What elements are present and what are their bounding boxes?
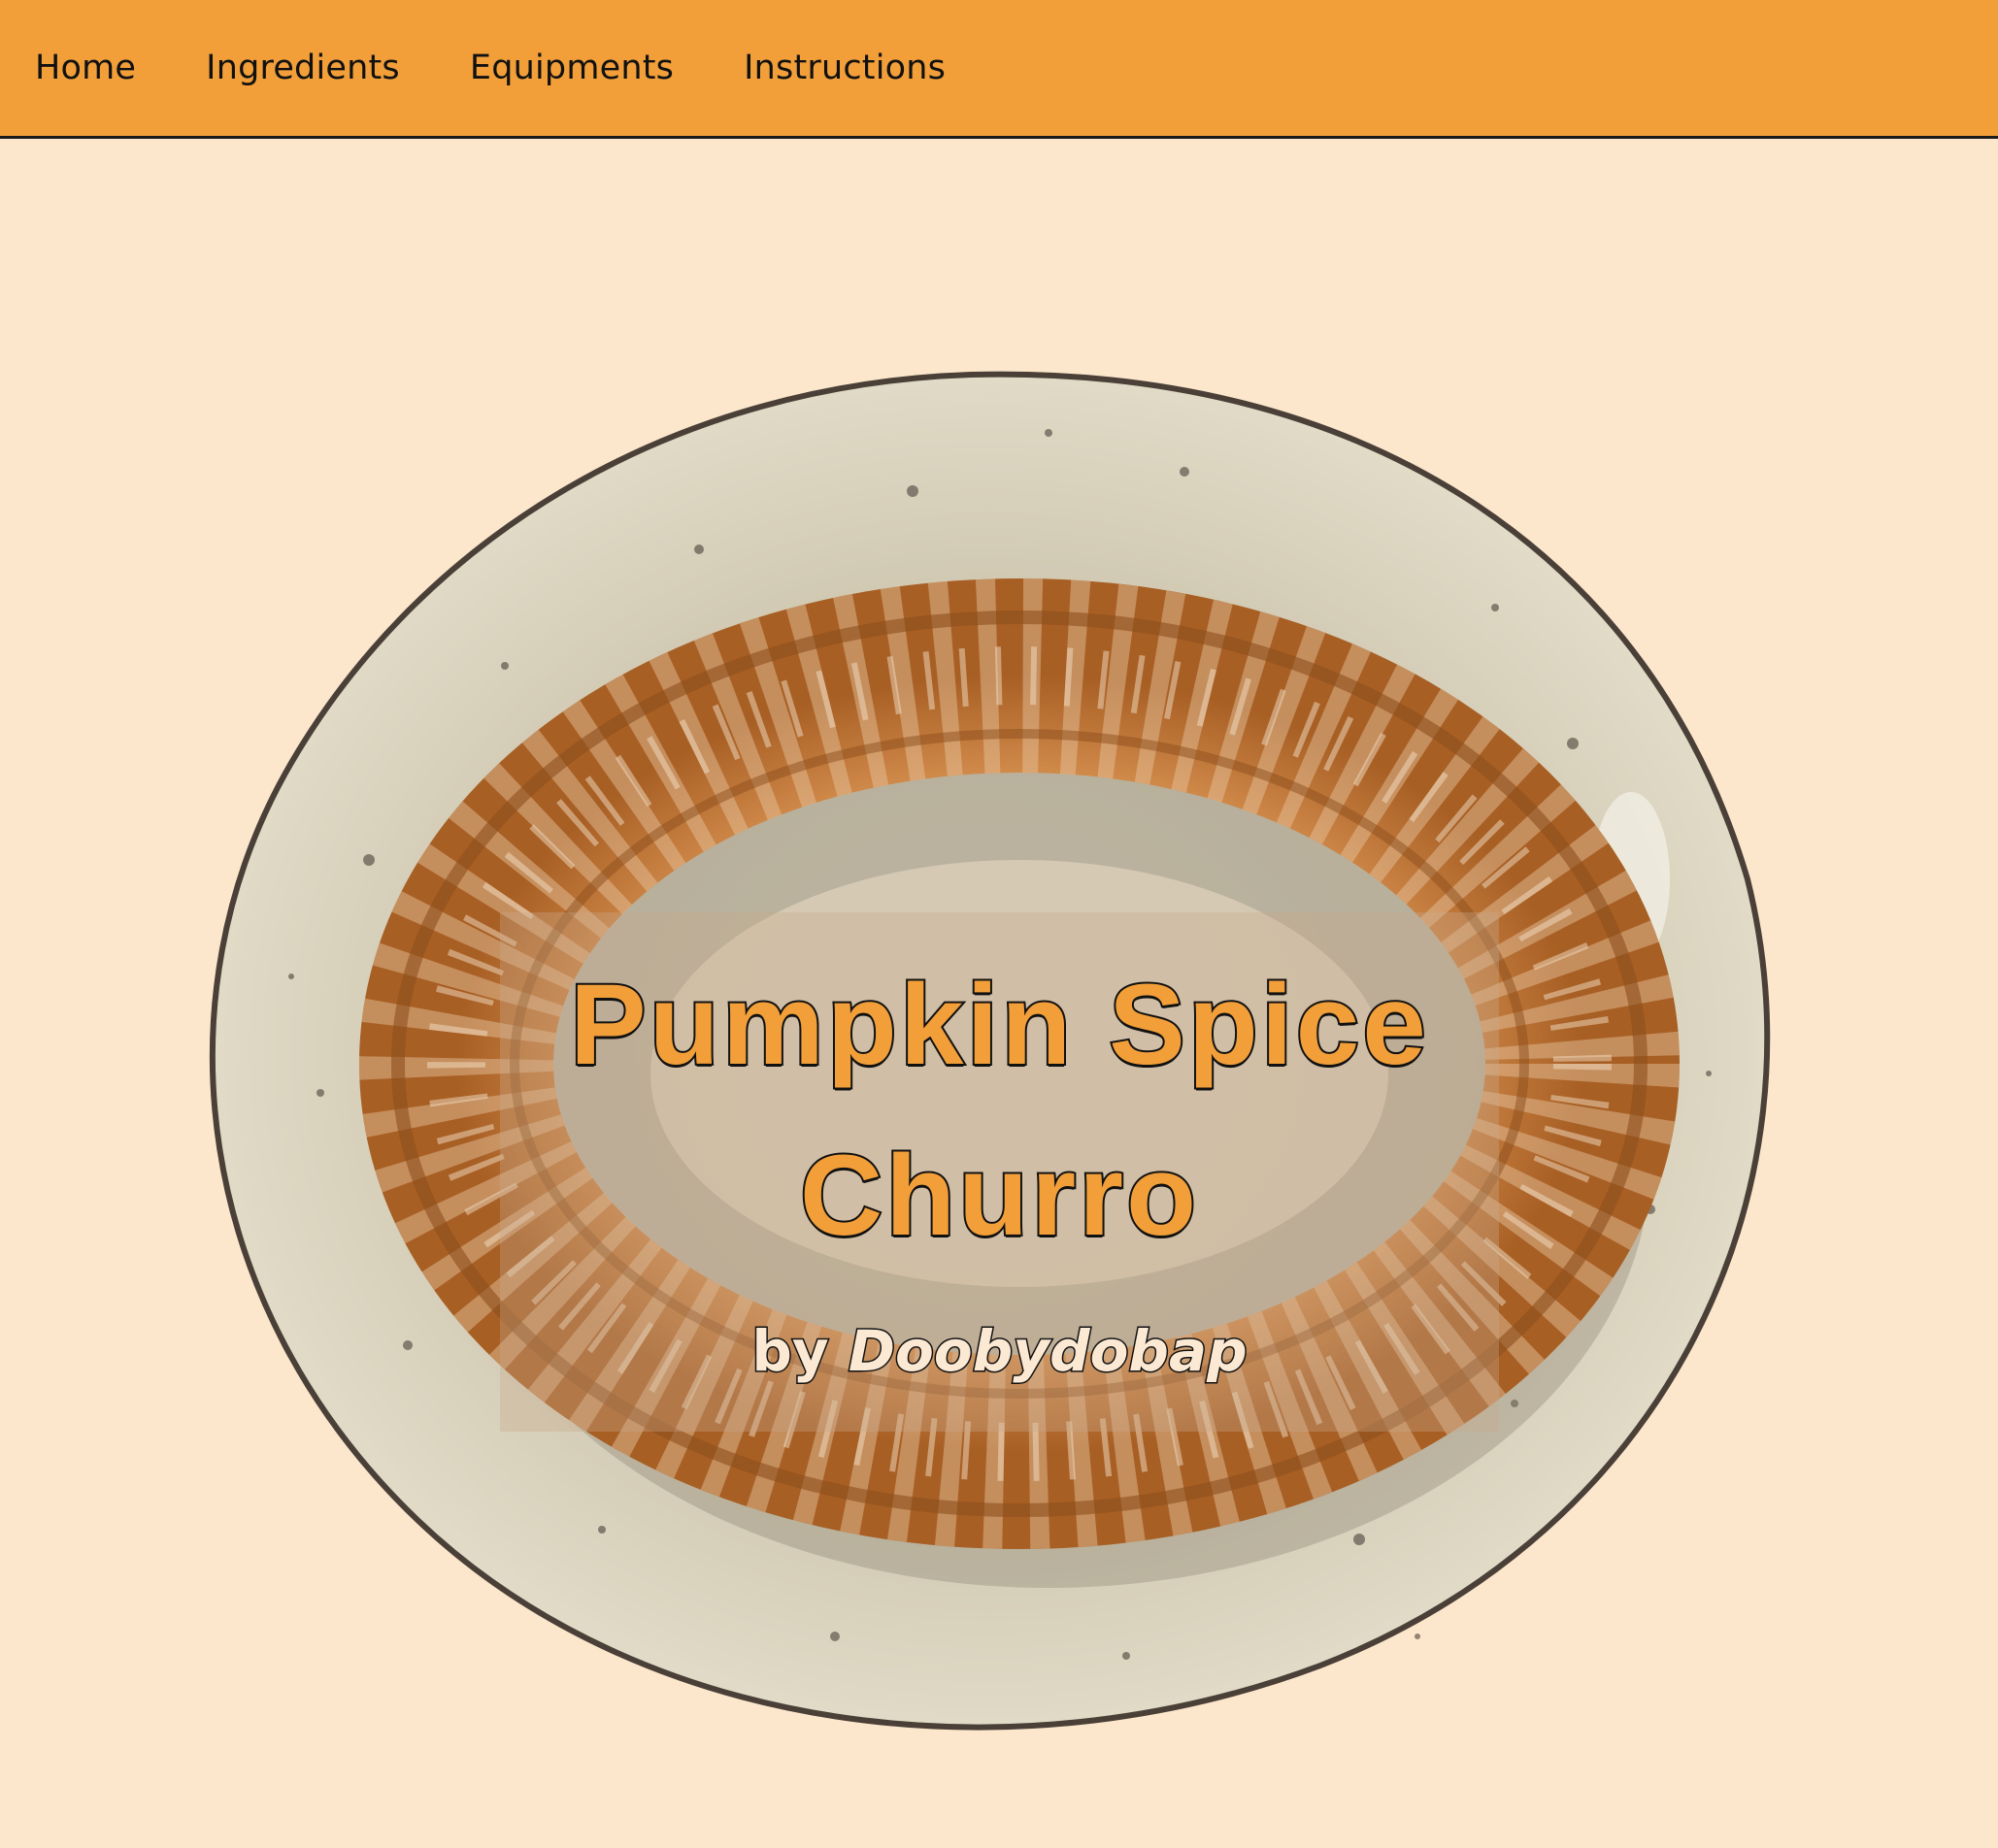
- nav-link-instructions[interactable]: Instructions: [744, 49, 946, 87]
- nav-link-ingredients[interactable]: Ingredients: [206, 49, 400, 87]
- hero-section: Pumpkin Spice Churro by Doobydobap: [0, 142, 1998, 1848]
- recipe-byline: by Doobydobap: [750, 1317, 1249, 1386]
- nav-link-home[interactable]: Home: [35, 49, 136, 87]
- hero-title-overlay: Pumpkin Spice Churro by Doobydobap: [500, 912, 1499, 1432]
- recipe-title-line-2: Churro: [798, 1130, 1200, 1262]
- byline-author: Doobydobap: [847, 1317, 1249, 1386]
- byline-prefix: by: [750, 1317, 830, 1386]
- nav-link-equipments[interactable]: Equipments: [470, 49, 674, 87]
- top-navbar: Home Ingredients Equipments Instructions: [0, 0, 1998, 139]
- recipe-title: Pumpkin Spice Churro: [568, 940, 1429, 1281]
- recipe-title-line-1: Pumpkin Spice: [568, 959, 1429, 1091]
